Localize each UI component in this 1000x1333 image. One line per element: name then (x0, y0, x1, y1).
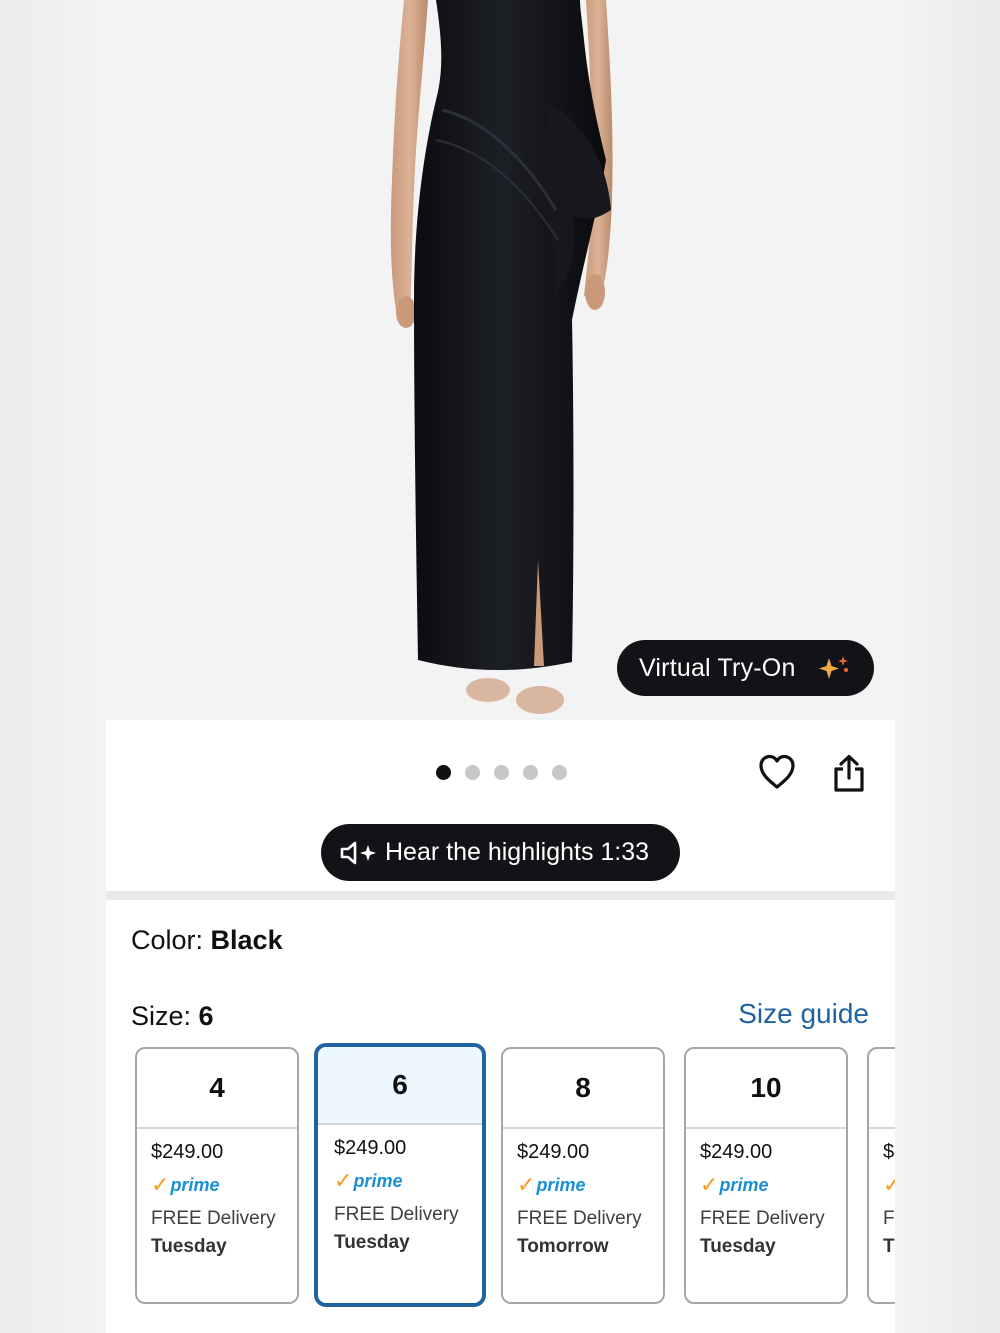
carousel-dot[interactable] (494, 765, 509, 780)
prime-label: prime (536, 1174, 586, 1195)
size-value: 6 (198, 1001, 214, 1031)
prime-check-icon: ✓ (334, 1168, 353, 1193)
prime-badge: ✓ (883, 1174, 895, 1196)
hear-highlights-button[interactable]: Hear the highlights 1:33 (321, 824, 680, 881)
size-guide-link[interactable]: Size guide (738, 998, 869, 1030)
size-option-price: $249.00 (334, 1137, 407, 1159)
delivery-day: T (883, 1236, 895, 1257)
size-option-price: $249.00 (151, 1141, 224, 1163)
prime-check-icon: ✓ (700, 1172, 719, 1197)
delivery-text: FREE Delivery (517, 1208, 642, 1229)
delivery-day: Tuesday (151, 1236, 227, 1257)
color-value: Black (210, 925, 283, 955)
size-option-size: 4 (137, 1049, 297, 1129)
image-carousel-indicators (436, 765, 567, 780)
sparkle-icon (819, 656, 848, 679)
section-divider (106, 891, 895, 900)
carousel-dot[interactable] (465, 765, 480, 780)
size-option-price: $249.00 (700, 1141, 773, 1163)
product-page: Virtual Try-On Hear the highlights 1:33 (106, 0, 895, 1333)
product-image[interactable]: Virtual Try-On (106, 0, 895, 720)
dress-illustration (390, 0, 613, 714)
carousel-dot[interactable] (436, 765, 451, 780)
prime-badge: ✓ prime (517, 1174, 663, 1196)
size-option-10[interactable]: 10 $249.00 ✓ prime FREE Delivery Tuesday (684, 1047, 848, 1304)
speaker-sparkle-icon (340, 841, 376, 864)
left-margin (0, 0, 106, 1333)
prime-label: prime (170, 1174, 220, 1195)
share-icon[interactable] (832, 754, 866, 794)
carousel-dot[interactable] (523, 765, 538, 780)
size-option-size: 8 (503, 1049, 663, 1129)
prime-check-icon: ✓ (517, 1172, 536, 1197)
prime-label: prime (353, 1170, 403, 1191)
hear-highlights-label: Hear the highlights 1:33 (385, 838, 650, 866)
delivery-text: FREE Delivery (151, 1208, 276, 1229)
delivery-day: Tuesday (700, 1236, 776, 1257)
virtual-try-on-button[interactable]: Virtual Try-On (617, 640, 874, 696)
right-margin (895, 0, 1000, 1333)
delivery-text: FREE Delivery (334, 1204, 459, 1225)
size-selection: Size: 6 (131, 1001, 214, 1032)
prime-badge: ✓ prime (151, 1174, 297, 1196)
size-option-size: 10 (686, 1049, 846, 1129)
carousel-dot[interactable] (552, 765, 567, 780)
prime-badge: ✓ prime (700, 1174, 846, 1196)
prime-check-icon: ✓ (883, 1174, 895, 1196)
heart-icon[interactable] (757, 752, 797, 792)
size-option-8[interactable]: 8 $249.00 ✓ prime FREE Delivery Tomorrow (501, 1047, 665, 1304)
delivery-day: Tuesday (334, 1232, 410, 1253)
size-option-size (869, 1049, 895, 1129)
size-label: Size: (131, 1001, 199, 1031)
size-option-price: $ (883, 1141, 895, 1163)
prime-check-icon: ✓ (151, 1172, 170, 1197)
virtual-try-on-label: Virtual Try-On (639, 653, 796, 682)
size-option-6[interactable]: 6 $249.00 ✓ prime FREE Delivery Tuesday (314, 1043, 486, 1307)
size-option-price: $249.00 (517, 1141, 590, 1163)
prime-label: prime (719, 1174, 769, 1195)
color-selection: Color: Black (131, 925, 283, 956)
delivery-text: FREE Delivery (700, 1208, 825, 1229)
delivery-day: Tomorrow (517, 1236, 609, 1257)
color-label: Color: (131, 925, 211, 955)
size-option-4[interactable]: 4 $249.00 ✓ prime FREE Delivery Tuesday (135, 1047, 299, 1304)
size-option-partial[interactable]: $ ✓ Fl T (867, 1047, 895, 1304)
prime-badge: ✓ prime (334, 1170, 482, 1192)
size-option-size: 6 (318, 1047, 482, 1125)
delivery-text: Fl (883, 1208, 895, 1229)
